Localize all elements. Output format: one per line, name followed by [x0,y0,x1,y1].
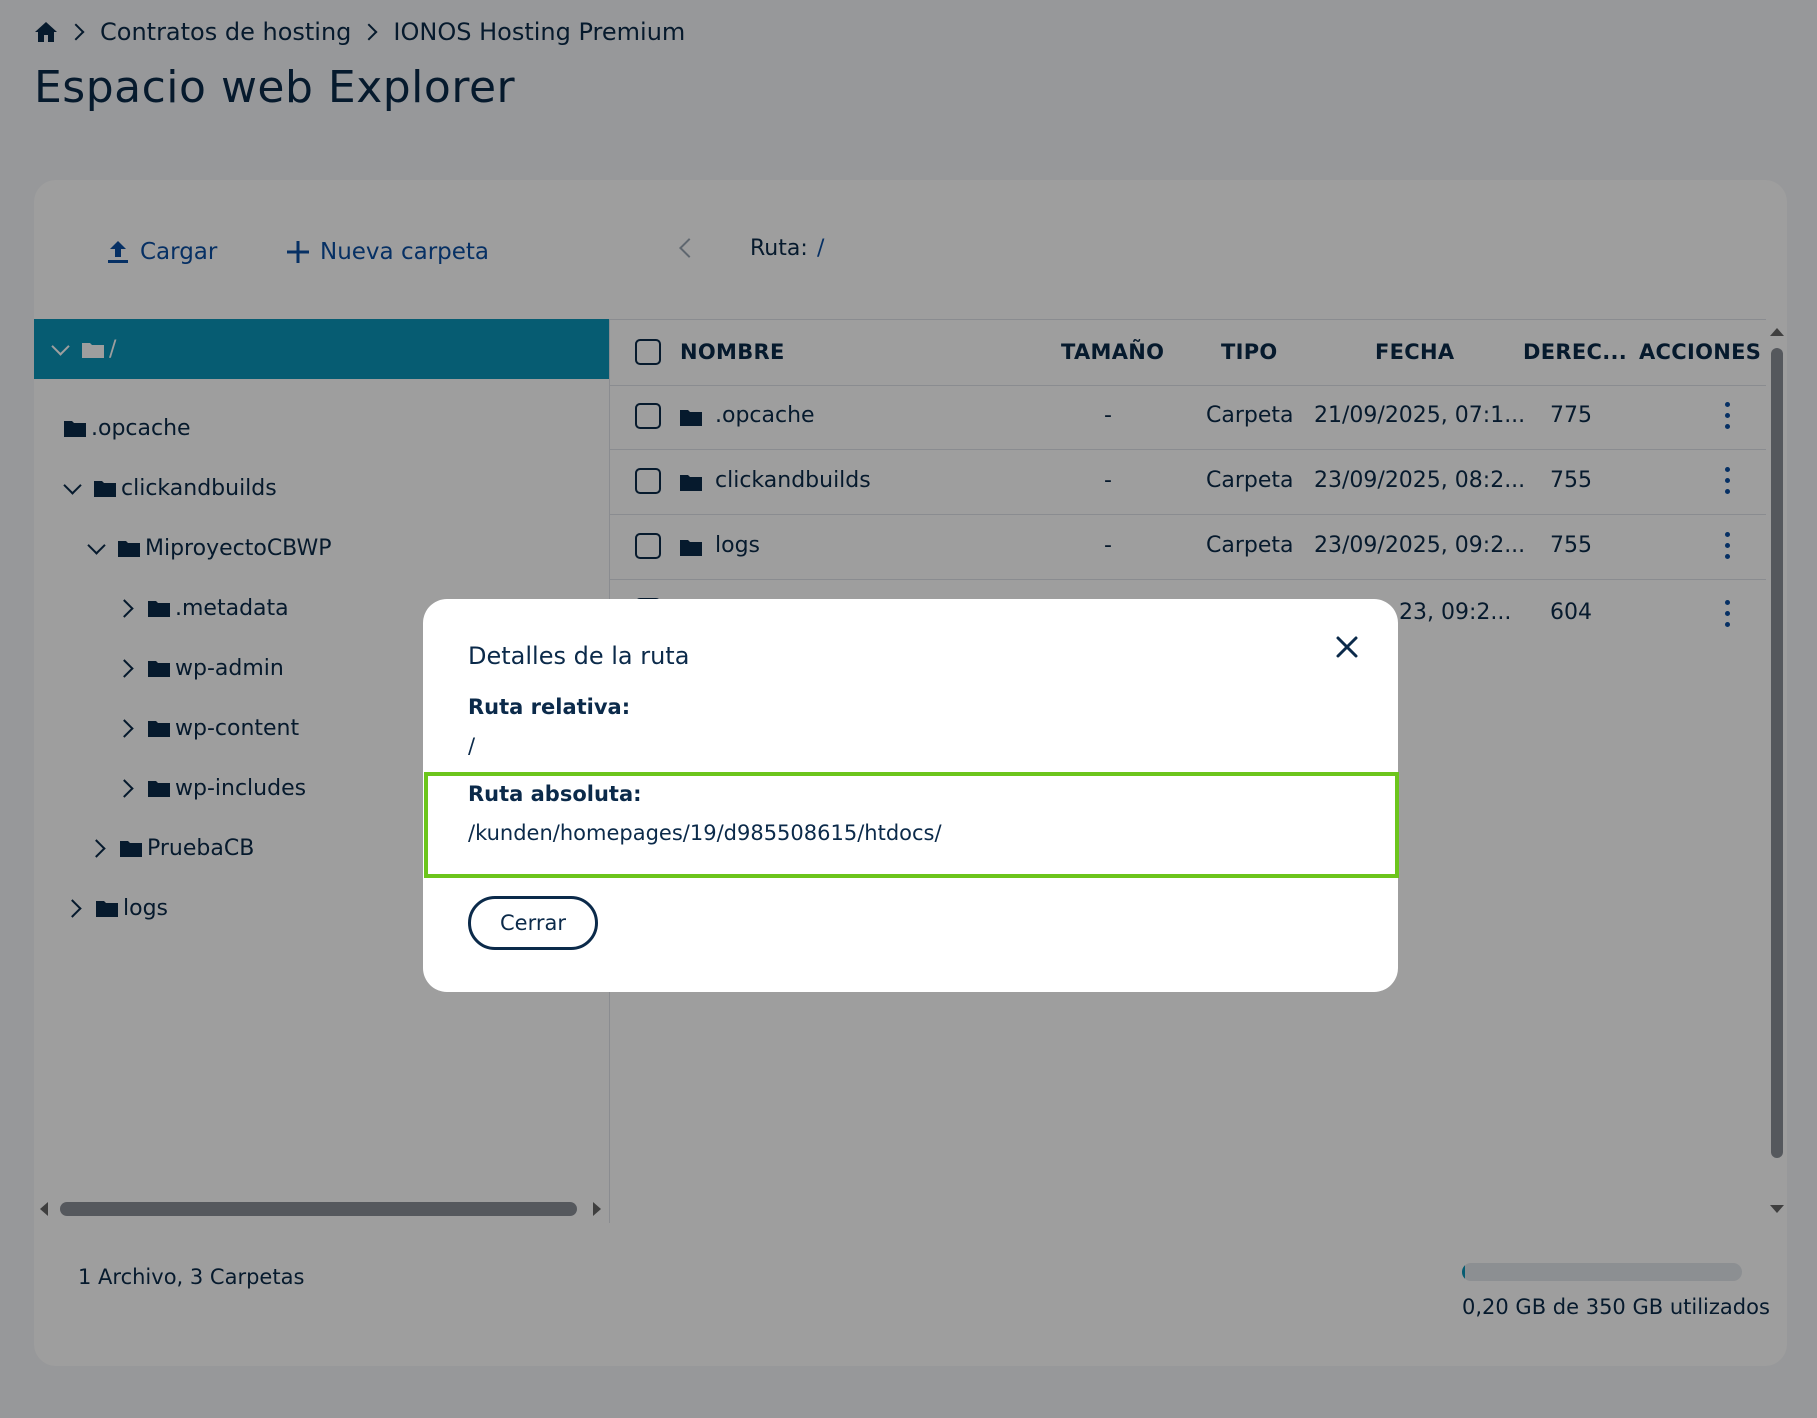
relative-path-label: Ruta relativa: [468,695,631,719]
absolute-path-value: /kunden/homepages/19/d985508615/htdocs/ [468,821,942,845]
close-button[interactable]: Cerrar [468,896,598,950]
path-details-dialog: Detalles de la ruta Ruta relativa: / Rut… [423,599,1399,992]
absolute-path-label: Ruta absoluta: [468,782,642,806]
dialog-title: Detalles de la ruta [468,642,690,670]
close-icon[interactable] [1335,635,1359,659]
relative-path-value: / [468,734,476,758]
page: Contratos de hosting IONOS Hosting Premi… [0,0,1817,1418]
